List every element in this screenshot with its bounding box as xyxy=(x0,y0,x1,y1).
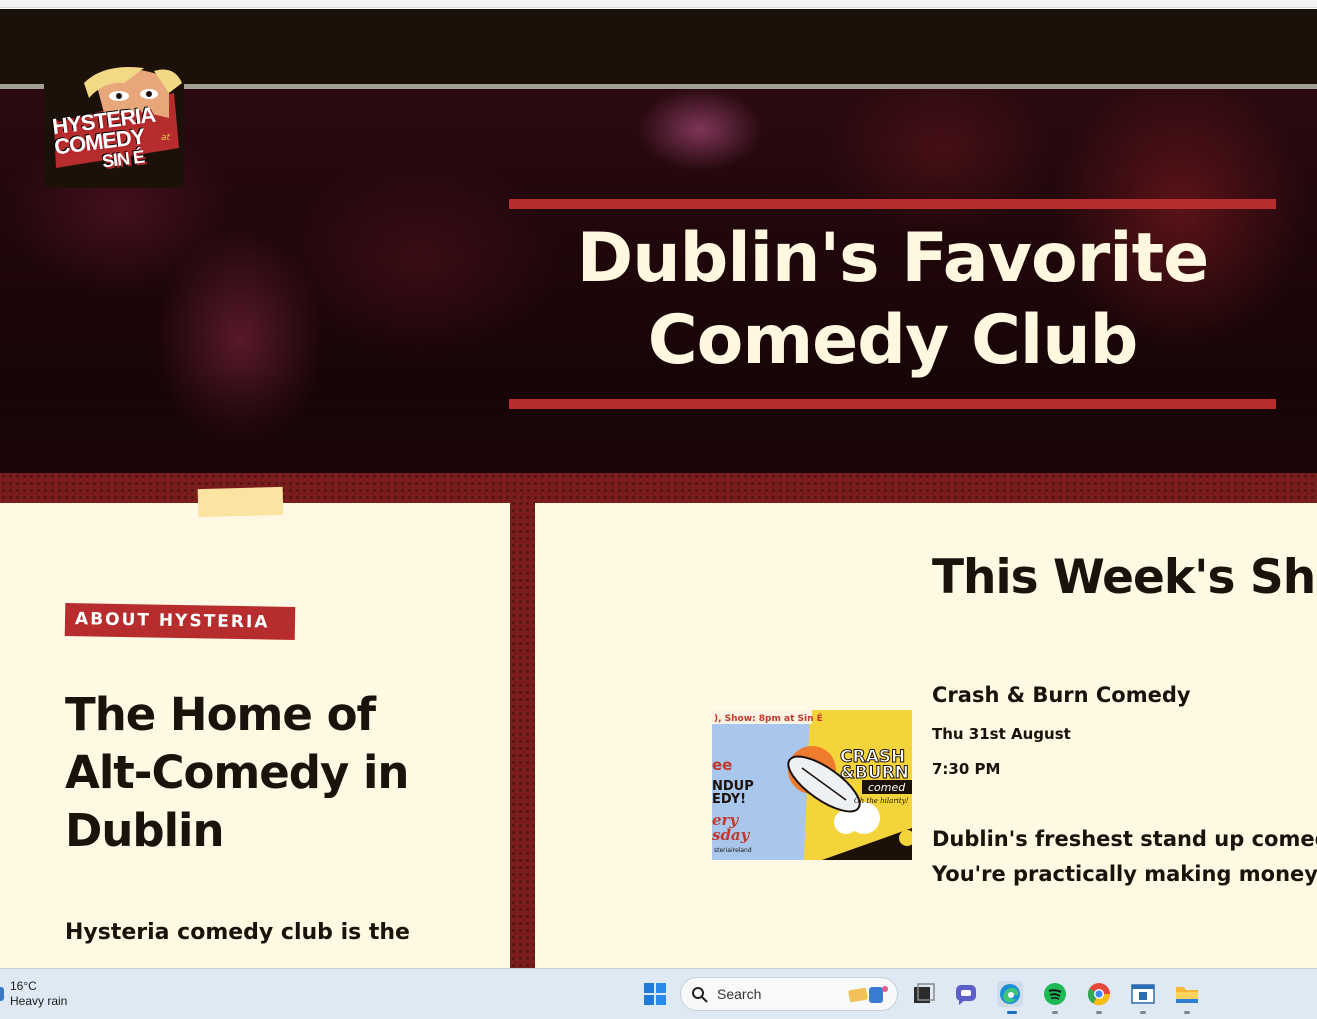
spotify-glyph xyxy=(1044,983,1066,1005)
windows-logo-glyph xyxy=(644,983,666,1005)
folder-glyph xyxy=(1176,987,1198,1003)
site-logo[interactable]: HYSTERIA COMEDY at SIN É xyxy=(44,63,184,188)
spotify-open-indicator xyxy=(1052,1011,1058,1014)
hero-title-bar-top xyxy=(509,199,1276,209)
poster-side-text-1: ee xyxy=(712,756,732,774)
search-highlight-icon xyxy=(848,986,888,1003)
explorer-open-indicator xyxy=(1184,1011,1190,1014)
poster-side-text-5: sday xyxy=(712,826,751,844)
weather-widget[interactable]: 16°C Heavy rain xyxy=(10,979,67,1009)
about-heading-line1: The Home of xyxy=(65,688,376,741)
chrome-open-indicator xyxy=(1096,1011,1102,1014)
task-view-icon[interactable] xyxy=(910,981,936,1007)
show-date: Thu 31st August xyxy=(932,725,1071,743)
edge-glyph xyxy=(1000,984,1020,1004)
poster-banner-text: ), Show: 8pm at Sin É xyxy=(714,712,823,724)
shows-heading: This Week's Sho xyxy=(932,550,1317,605)
show-description-line2: You're practically making money by xyxy=(932,862,1317,886)
about-tag: ABOUT HYSTERIA xyxy=(64,602,296,641)
show-poster-art: ), Show: 8pm at Sin É ee NDUP EDY! ery s… xyxy=(712,710,912,860)
poster-handle-text: steriaireland xyxy=(714,847,752,854)
site-navbar xyxy=(0,9,1317,85)
browser-viewport: HYSTERIA COMEDY at SIN É Dublin's Favori… xyxy=(0,0,1317,968)
hero-title-line2: Comedy Club xyxy=(647,301,1139,380)
about-text: Hysteria comedy club is the xyxy=(65,920,410,945)
edge-active-indicator xyxy=(1007,1011,1017,1014)
teams-chat-glyph xyxy=(956,985,976,1005)
hero-title-bar-bottom xyxy=(509,399,1276,409)
app-open-indicator xyxy=(1140,1011,1146,1014)
edge-icon[interactable] xyxy=(997,981,1023,1007)
show-time: 7:30 PM xyxy=(932,760,1001,778)
chrome-glyph xyxy=(1087,983,1111,1006)
windows-start-icon[interactable] xyxy=(642,981,668,1007)
taskbar-search-box[interactable]: Search xyxy=(680,977,898,1011)
search-icon xyxy=(692,987,708,1003)
weather-description: Heavy rain xyxy=(10,994,68,1008)
about-heading-line2: Alt-Comedy in xyxy=(65,746,409,799)
app-window-glyph xyxy=(1131,984,1155,1004)
app-window-icon[interactable] xyxy=(1130,981,1156,1007)
hero-title: Dublin's Favorite Comedy Club xyxy=(509,218,1276,382)
about-heading: The Home of Alt-Comedy in Dublin xyxy=(65,686,485,860)
poster-side-text-3: EDY! xyxy=(712,792,746,807)
task-view-glyph xyxy=(914,983,935,1003)
panel-divider xyxy=(510,500,535,968)
about-heading-line3: Dublin xyxy=(65,804,224,857)
show-description: Dublin's freshest stand up comedy - You'… xyxy=(932,822,1317,892)
search-placeholder: Search xyxy=(717,986,762,1002)
hero-shade xyxy=(0,369,1317,473)
poster-tagline: Oh the hilarity! xyxy=(854,797,909,805)
browser-top-edge xyxy=(0,0,1317,8)
teams-chat-icon[interactable] xyxy=(953,981,979,1007)
show-thumbnail[interactable]: ), Show: 8pm at Sin É ee NDUP EDY! ery s… xyxy=(712,710,912,860)
chrome-icon[interactable] xyxy=(1086,981,1112,1007)
spotify-icon[interactable] xyxy=(1042,981,1068,1007)
show-description-line1: Dublin's freshest stand up comedy - xyxy=(932,827,1317,851)
weather-widget-edge xyxy=(0,987,4,1001)
weather-temperature: 16°C xyxy=(10,979,37,993)
tape-decoration xyxy=(197,486,284,518)
file-explorer-icon[interactable] xyxy=(1174,981,1200,1007)
windows-taskbar: 16°C Heavy rain Search xyxy=(0,968,1317,1019)
show-title[interactable]: Crash & Burn Comedy xyxy=(932,683,1191,707)
logo-word-at: at xyxy=(161,133,171,143)
poster-brand-line3: comed xyxy=(868,781,906,794)
hero-title-line1: Dublin's Favorite xyxy=(576,219,1209,298)
